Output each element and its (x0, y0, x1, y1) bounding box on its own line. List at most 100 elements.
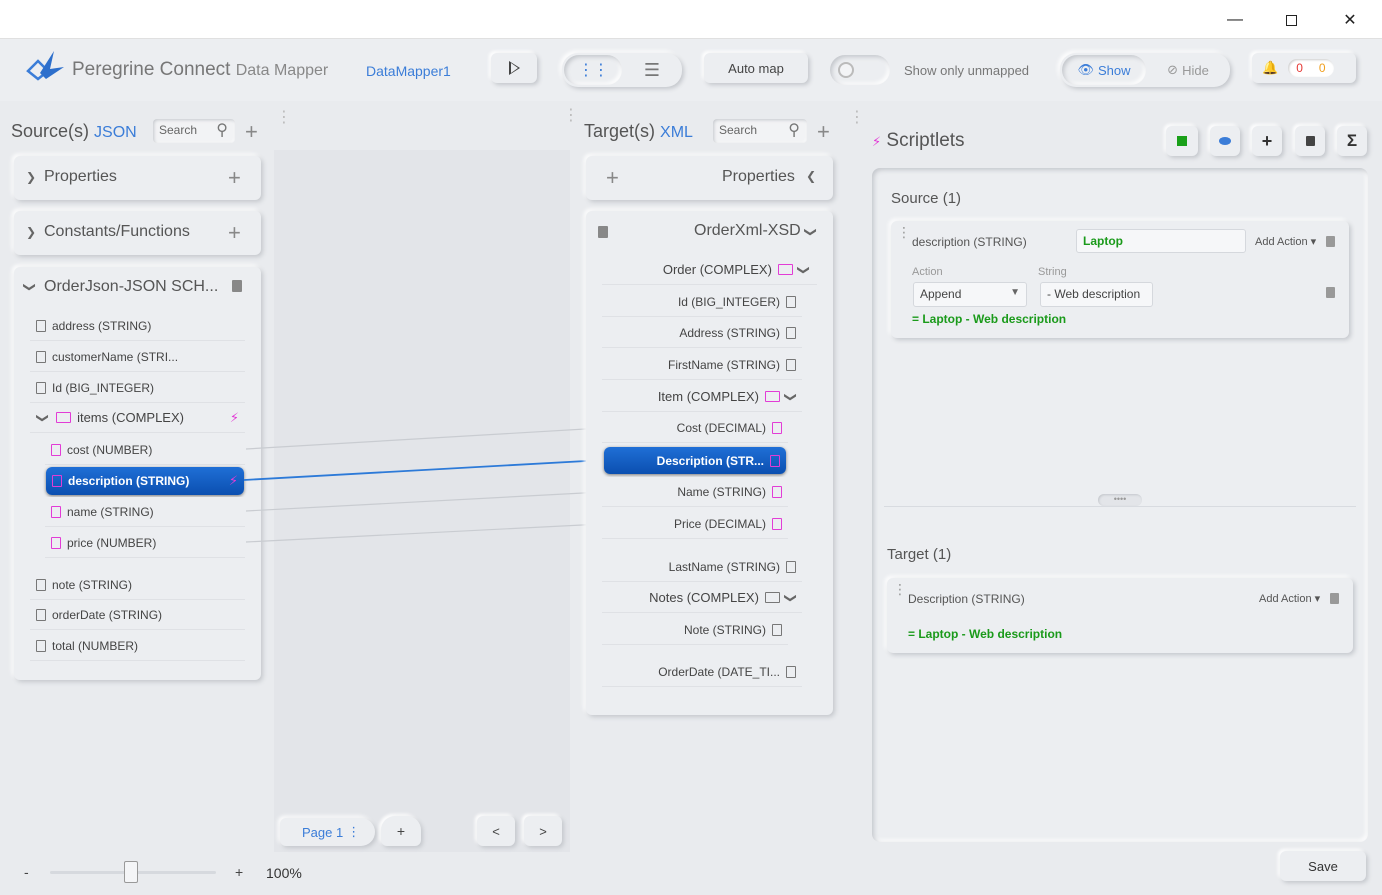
stop-button[interactable] (1166, 126, 1198, 156)
splitter-handle-icon[interactable]: •••• (1098, 494, 1142, 506)
target-field-notes[interactable]: Notes (COMPLEX) ❯ (602, 583, 802, 613)
plus-icon: + (1261, 130, 1273, 151)
mapping-line-cost (245, 427, 603, 450)
page-tab-label: Page 1 (302, 824, 344, 840)
target-search-input[interactable]: Search ⚲ (713, 119, 807, 143)
target-field-id[interactable]: Id (BIG_INTEGER) (602, 287, 802, 317)
field-label: Price (DECIMAL) (673, 516, 766, 531)
chevron-down-icon[interactable]: ❯ (797, 264, 811, 274)
chevron-left-icon: ❯ (806, 171, 817, 185)
delete-schema-icon[interactable] (598, 226, 608, 241)
prev-page-button[interactable]: < (477, 816, 515, 846)
folder-icon (764, 592, 780, 603)
stop-icon (1177, 136, 1187, 146)
target-panel-title: Target(s) XML (584, 121, 693, 142)
save-button[interactable]: Save (1280, 851, 1366, 881)
document-icon (772, 517, 782, 530)
document-icon (772, 485, 782, 498)
drag-handle-icon[interactable]: ⋮ (893, 582, 907, 596)
field-label: Id (BIG_INTEGER) (677, 294, 780, 309)
field-label: OrderDate (DATE_TI... (658, 664, 780, 679)
field-label: Order (COMPLEX) (662, 262, 772, 277)
field-label: LastName (STRING) (668, 559, 780, 574)
target-field-note[interactable]: Note (STRING) (602, 615, 788, 645)
target-field-firstname[interactable]: FirstName (STRING) (602, 350, 802, 380)
functions-button[interactable]: Σ (1337, 126, 1367, 156)
folder-icon (764, 391, 780, 402)
search-icon: ⚲ (788, 122, 800, 139)
field-label: Notes (COMPLEX) (649, 590, 759, 605)
zoom-value: 100% (266, 865, 302, 881)
delete-source-icon[interactable] (1326, 236, 1335, 250)
action-column-label: Action (912, 266, 943, 278)
field-label: Address (STRING) (679, 325, 780, 340)
mapping-line-description (243, 459, 605, 481)
target-field-cost[interactable]: Cost (DECIMAL) (602, 413, 788, 443)
action-string-input[interactable]: - Web description (1040, 282, 1153, 307)
target-field-item[interactable]: Item (COMPLEX) ❯ (602, 382, 802, 412)
drag-handle-icon[interactable]: ⋮ (897, 225, 911, 239)
scriptlet-source-field: description (STRING) (912, 235, 1027, 249)
delete-action-icon[interactable] (1326, 287, 1335, 301)
target-field-orderdate[interactable]: OrderDate (DATE_TI... (602, 657, 802, 687)
target-field-lastname[interactable]: LastName (STRING) (602, 552, 802, 582)
trash-icon (1305, 136, 1315, 146)
field-label: Cost (DECIMAL) (676, 420, 766, 435)
scriptlet-divider (884, 506, 1356, 507)
preview-toggle-button[interactable] (1210, 126, 1240, 156)
zoom-out-button[interactable]: - (24, 864, 29, 880)
document-icon (786, 295, 796, 308)
eye-icon (1219, 137, 1231, 145)
document-icon (786, 560, 796, 573)
add-target-property-button[interactable]: + (606, 167, 619, 189)
field-label: Note (STRING) (683, 622, 766, 637)
document-icon (786, 326, 796, 339)
target-drag-handle-icon[interactable]: ⋮ (563, 108, 579, 148)
folder-icon (777, 264, 793, 275)
chevron-down-icon[interactable]: ❯ (784, 391, 798, 401)
document-icon (770, 454, 780, 467)
page-tab[interactable]: Page 1 ⋮ (280, 818, 375, 846)
scriptlets-drag-handle-icon[interactable]: ⋮ (849, 110, 865, 150)
target-schema-title: OrderXml-XSD (694, 222, 801, 239)
dropdown-arrow-icon: ▼ (1010, 287, 1020, 298)
target-field-order[interactable]: Order (COMPLEX) ❯ (602, 255, 817, 285)
chevron-down-icon[interactable]: ❯ (784, 592, 798, 602)
delete-scriptlet-button[interactable] (1295, 126, 1325, 156)
source-scriptlet-card: ⋮ description (STRING) Laptop Add Action… (891, 221, 1349, 338)
scriptlet-target-field: Description (STRING) (908, 592, 1025, 606)
target-field-price[interactable]: Price (DECIMAL) (602, 509, 788, 539)
source-result-text: = Laptop - Web description (912, 312, 1067, 326)
sigma-icon: Σ (1346, 131, 1358, 150)
target-field-address[interactable]: Address (STRING) (602, 318, 802, 348)
field-label: Name (STRING) (677, 484, 766, 499)
add-page-button[interactable]: + (381, 816, 421, 846)
add-action-button[interactable]: Add Action ▾ (1255, 235, 1316, 248)
chevron-down-icon[interactable]: ❯ (804, 227, 818, 237)
mapping-line-name (245, 491, 603, 512)
target-properties-card[interactable]: + Properties ❯ (586, 156, 833, 200)
mapping-line-price (245, 523, 603, 543)
field-label: Item (COMPLEX) (657, 389, 759, 404)
source-value-input[interactable]: Laptop (1076, 229, 1246, 253)
target-search-placeholder: Search (719, 123, 758, 137)
add-target-button[interactable]: + (817, 121, 830, 143)
scriptlet-target-header: Target (1) (887, 546, 952, 563)
add-target-action-button[interactable]: Add Action ▾ (1259, 592, 1320, 605)
add-scriptlet-button[interactable]: + (1252, 126, 1282, 156)
scriptlets-title: ⚡ Scriptlets (872, 130, 965, 152)
string-column-label: String (1038, 266, 1067, 278)
zoom-slider-thumb[interactable] (124, 861, 139, 883)
target-field-name[interactable]: Name (STRING) (602, 477, 788, 507)
zoom-in-button[interactable]: + (235, 864, 243, 880)
target-field-description[interactable]: Description (STR... (604, 447, 786, 474)
target-scriptlet-card: ⋮ Description (STRING) Add Action ▾ = La… (887, 578, 1353, 653)
action-select[interactable]: Append ▼ (913, 282, 1027, 307)
page-menu-icon[interactable]: ⋮ (347, 824, 360, 840)
target-result-text: = Laptop - Web description (908, 627, 1063, 641)
next-page-button[interactable]: > (524, 816, 562, 846)
target-properties-label: Properties (722, 168, 795, 185)
delete-target-icon[interactable] (1330, 593, 1339, 607)
document-icon (786, 665, 796, 678)
target-format: XML (660, 124, 693, 141)
